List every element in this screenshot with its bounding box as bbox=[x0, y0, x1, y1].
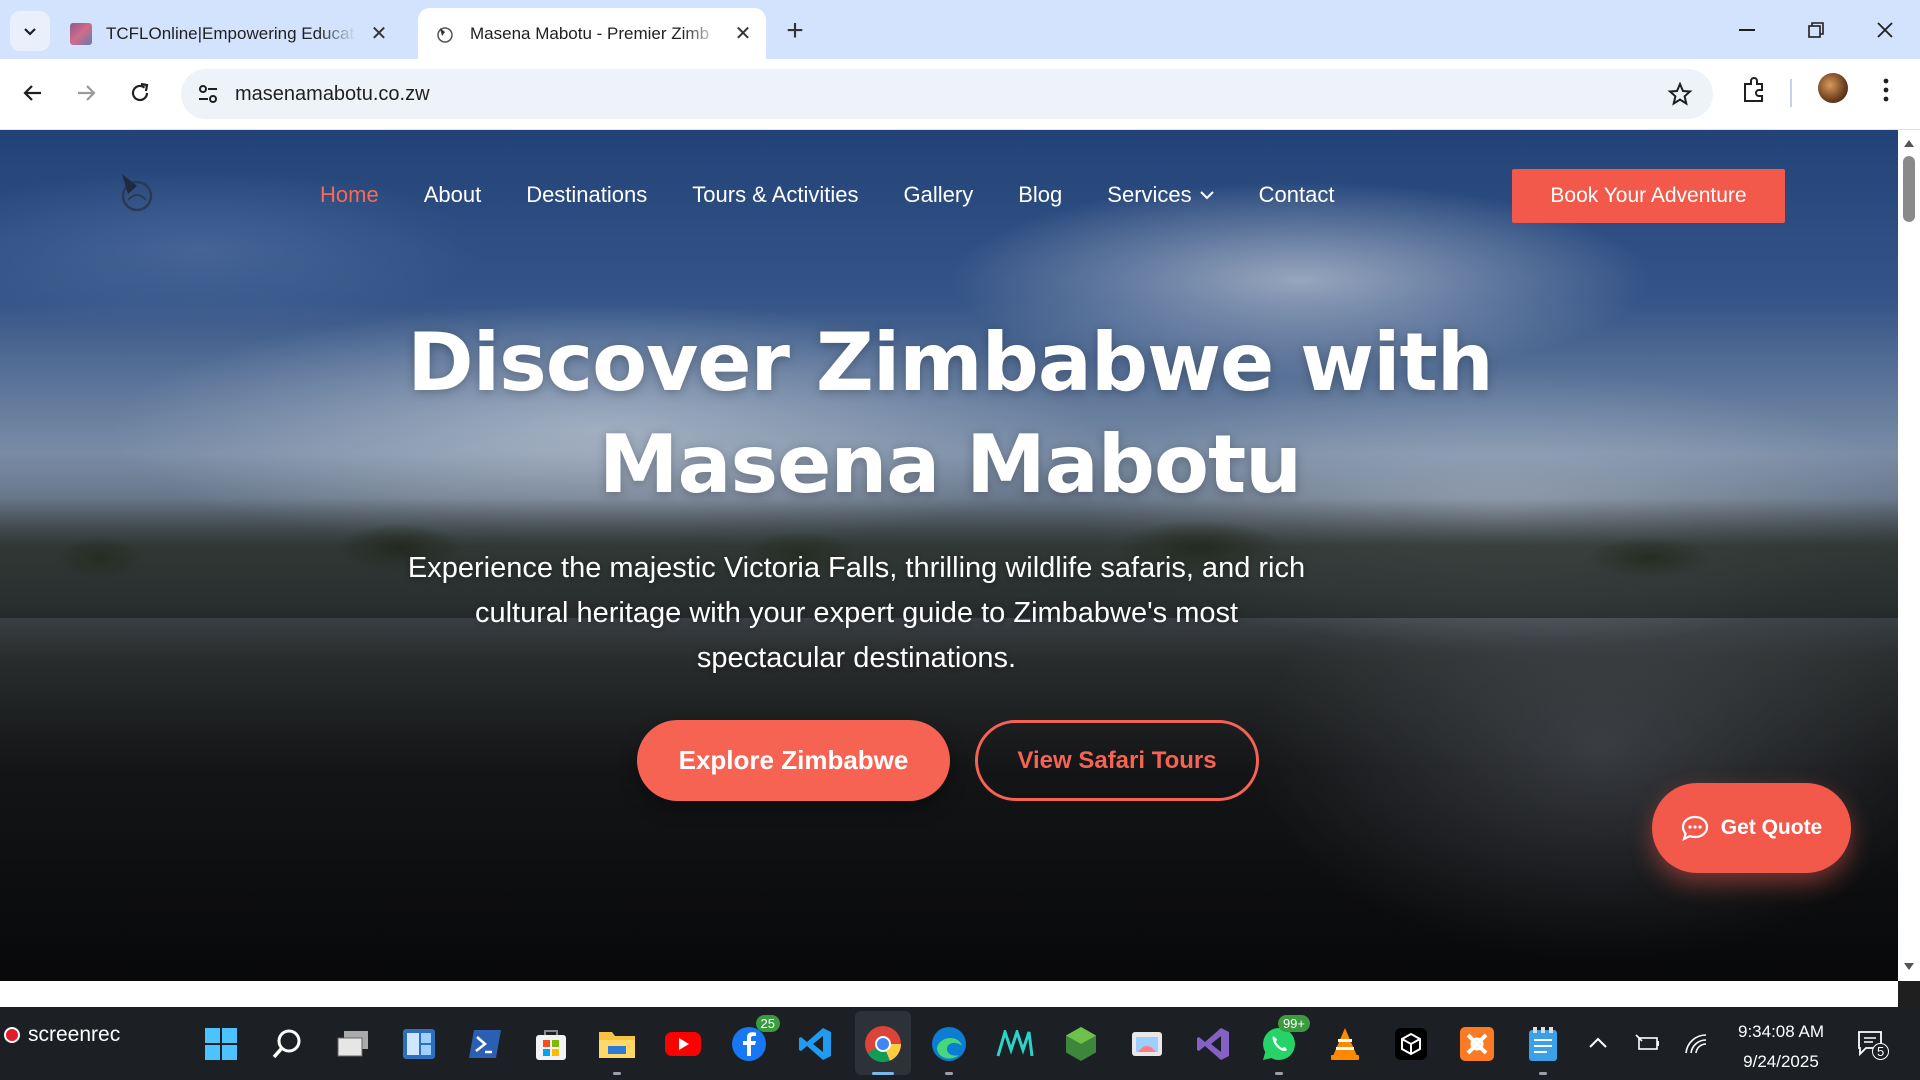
active-app-indicator bbox=[872, 1072, 894, 1075]
nav-about[interactable]: About bbox=[424, 182, 482, 208]
show-hidden-icons-chevron-icon[interactable] bbox=[1588, 1037, 1608, 1049]
nodejs-icon[interactable] bbox=[1062, 1025, 1100, 1063]
notification-center-icon[interactable]: 5 bbox=[1856, 1029, 1890, 1062]
task-view-icon[interactable] bbox=[334, 1025, 372, 1063]
tab-title: TCFLOnline|Empowering Educat bbox=[106, 23, 355, 43]
edge-icon[interactable] bbox=[930, 1025, 968, 1075]
running-indicator bbox=[1539, 1072, 1547, 1075]
screenrec-indicator[interactable]: screenrec bbox=[4, 1023, 120, 1047]
page-scrollbar[interactable] bbox=[1898, 130, 1920, 981]
record-dot-icon bbox=[4, 1027, 20, 1043]
nav-gallery[interactable]: Gallery bbox=[904, 182, 974, 208]
chevron-down-icon bbox=[1199, 191, 1214, 200]
get-quote-label: Get Quote bbox=[1720, 816, 1823, 839]
url-text[interactable]: masenamabotu.co.zw bbox=[235, 83, 430, 106]
nav-destinations[interactable]: Destinations bbox=[526, 182, 647, 208]
network-icon[interactable] bbox=[1684, 1033, 1708, 1055]
nav-home[interactable]: Home bbox=[320, 182, 379, 208]
site-logo[interactable] bbox=[118, 170, 156, 216]
get-quote-button[interactable]: Get Quote bbox=[1652, 783, 1851, 873]
nav-services[interactable]: Services bbox=[1107, 182, 1214, 208]
nav-blog[interactable]: Blog bbox=[1018, 182, 1062, 208]
minimize-icon[interactable] bbox=[1724, 10, 1770, 50]
browser-tab-masena[interactable]: Masena Mabotu - Premier Zimb ✕ bbox=[418, 8, 766, 59]
vlc-icon[interactable] bbox=[1326, 1025, 1364, 1063]
running-indicator bbox=[613, 1072, 621, 1075]
explore-zimbabwe-button[interactable]: Explore Zimbabwe bbox=[637, 720, 950, 801]
facebook-icon[interactable]: 25 bbox=[730, 1015, 780, 1063]
screen-capture-icon[interactable] bbox=[1128, 1025, 1166, 1063]
visual-studio-icon[interactable] bbox=[1194, 1025, 1232, 1063]
scroll-down-icon[interactable] bbox=[1903, 962, 1915, 972]
whatsapp-badge: 99+ bbox=[1277, 1015, 1310, 1032]
back-arrow-icon[interactable] bbox=[14, 74, 52, 112]
mm-app-icon[interactable] bbox=[996, 1025, 1034, 1063]
youtube-icon[interactable] bbox=[664, 1025, 702, 1063]
nav-tours-activities[interactable]: Tours & Activities bbox=[692, 182, 858, 208]
scrollbar-thumb[interactable] bbox=[1903, 156, 1915, 222]
notification-count-badge: 5 bbox=[1872, 1043, 1890, 1060]
hero-title-line2: Masena Mabotu bbox=[598, 418, 1302, 511]
xampp-icon[interactable] bbox=[1458, 1025, 1496, 1063]
profile-avatar[interactable] bbox=[1818, 73, 1848, 103]
view-safari-tours-button[interactable]: View Safari Tours bbox=[975, 720, 1259, 801]
notepad-icon[interactable] bbox=[1524, 1025, 1562, 1075]
scroll-up-icon[interactable] bbox=[1903, 138, 1915, 148]
running-indicator bbox=[945, 1072, 953, 1075]
new-tab-button[interactable]: + bbox=[778, 14, 812, 48]
book-adventure-button[interactable]: Book Your Adventure bbox=[1512, 169, 1785, 223]
taskbar-clock[interactable]: 9:34:08 AM 9/24/2025 bbox=[1726, 1017, 1836, 1077]
toolbar-divider bbox=[1790, 79, 1792, 107]
hero-title-line1: Discover Zimbabwe with bbox=[407, 316, 1493, 409]
hero-subtitle: Experience the majestic Victoria Falls, … bbox=[407, 552, 1306, 674]
address-bar[interactable]: masenamabotu.co.zw bbox=[181, 69, 1713, 119]
close-tab-icon[interactable]: ✕ bbox=[368, 23, 390, 45]
clock-time: 9:34:08 AM bbox=[1737, 1022, 1824, 1041]
close-tab-icon[interactable]: ✕ bbox=[732, 23, 754, 45]
site-settings-icon[interactable] bbox=[195, 81, 221, 107]
hero-section: Home About Destinations Tours & Activiti… bbox=[0, 130, 1898, 981]
close-window-icon[interactable] bbox=[1862, 10, 1908, 50]
screenrec-label: screenrec bbox=[28, 1023, 121, 1046]
main-navigation: Home About Destinations Tours & Activiti… bbox=[320, 182, 1379, 208]
file-explorer-icon[interactable] bbox=[598, 1025, 636, 1075]
extensions-puzzle-icon[interactable] bbox=[1740, 76, 1768, 104]
whatsapp-icon[interactable]: 99+ bbox=[1260, 1015, 1310, 1075]
search-icon[interactable] bbox=[268, 1025, 306, 1063]
powershell-icon[interactable] bbox=[466, 1025, 504, 1063]
browser-tab-strip: TCFLOnline|Empowering Educat ✕ Masena Ma… bbox=[0, 0, 1920, 59]
kebab-menu-icon[interactable] bbox=[1878, 76, 1894, 104]
widgets-icon[interactable] bbox=[400, 1025, 438, 1063]
battery-icon[interactable] bbox=[1634, 1033, 1660, 1053]
chat-bubble-icon bbox=[1681, 815, 1708, 841]
windows-taskbar: screenrec 25 99+ 9:34:08 AM 9/24/2025 5 bbox=[0, 1007, 1920, 1080]
page-bottom-strip bbox=[0, 981, 1898, 1007]
bookmark-star-icon[interactable] bbox=[1667, 81, 1693, 107]
browser-toolbar: masenamabotu.co.zw bbox=[0, 59, 1920, 130]
nav-services-label: Services bbox=[1107, 182, 1192, 207]
tab-title: Masena Mabotu - Premier Zimb bbox=[470, 23, 710, 43]
hero-title: Discover Zimbabwe with Masena Mabotu bbox=[300, 312, 1600, 516]
nav-contact[interactable]: Contact bbox=[1259, 182, 1335, 208]
masena-favicon-icon bbox=[437, 26, 453, 43]
microsoft-store-icon[interactable] bbox=[532, 1025, 570, 1063]
restore-icon[interactable] bbox=[1793, 10, 1839, 50]
tcfl-favicon-icon bbox=[70, 22, 92, 45]
site-header: Home About Destinations Tours & Activiti… bbox=[0, 130, 1898, 260]
reload-icon[interactable] bbox=[121, 74, 159, 112]
forward-arrow-icon[interactable] bbox=[67, 74, 105, 112]
tab-search-button[interactable] bbox=[10, 11, 50, 51]
browser-tab-tcfl[interactable]: TCFLOnline|Empowering Educat ✕ bbox=[70, 8, 400, 59]
chrome-icon[interactable] bbox=[864, 1025, 902, 1075]
facebook-badge: 25 bbox=[755, 1015, 780, 1032]
running-indicator bbox=[1275, 1072, 1283, 1075]
windows-start-icon[interactable] bbox=[202, 1025, 240, 1063]
clock-date: 9/24/2025 bbox=[1743, 1052, 1819, 1071]
unity-icon[interactable] bbox=[1392, 1025, 1430, 1063]
vscode-icon[interactable] bbox=[796, 1025, 834, 1063]
